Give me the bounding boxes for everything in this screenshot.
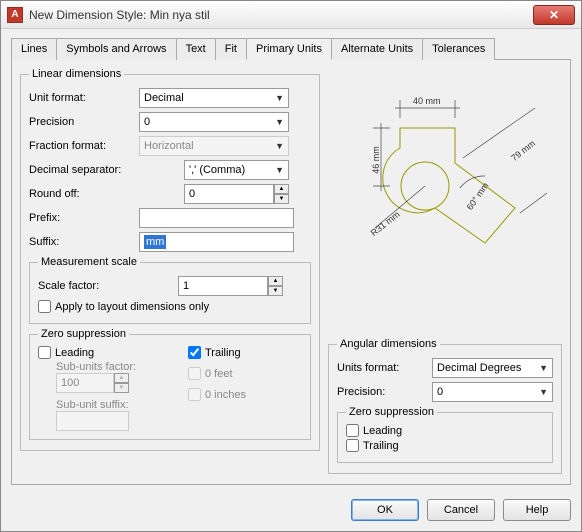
- decimal-separator-label: Decimal separator:: [29, 164, 139, 176]
- spinner-down-icon: ▼: [114, 383, 129, 393]
- linear-legend: Linear dimensions: [29, 68, 124, 80]
- tab-strip: Lines Symbols and Arrows Text Fit Primar…: [11, 37, 571, 60]
- tab-alternate-units[interactable]: Alternate Units: [331, 38, 423, 60]
- svg-text:46 mm: 46 mm: [371, 146, 381, 174]
- tab-primary-units[interactable]: Primary Units: [246, 38, 332, 60]
- cancel-button[interactable]: Cancel: [427, 499, 495, 521]
- zero-inches-checkbox: 0 inches: [188, 388, 246, 401]
- angular-precision-label: Precision:: [337, 386, 432, 398]
- linear-precision-combo[interactable]: 0▼: [139, 112, 289, 132]
- leading-checkbox[interactable]: Leading: [38, 346, 188, 359]
- angular-leading-checkbox[interactable]: Leading: [346, 424, 544, 437]
- unit-format-label: Unit format:: [29, 92, 139, 104]
- help-button[interactable]: Help: [503, 499, 571, 521]
- prefix-label: Prefix:: [29, 212, 139, 224]
- precision-label: Precision: [29, 116, 139, 128]
- tab-tolerances[interactable]: Tolerances: [422, 38, 495, 60]
- angular-zero-suppression-group: Zero suppression Leading Trailing: [337, 406, 553, 463]
- unit-format-combo[interactable]: Decimal▼: [139, 88, 289, 108]
- spinner-up-icon[interactable]: ▲: [268, 276, 283, 286]
- tab-symbols-arrows[interactable]: Symbols and Arrows: [56, 38, 176, 60]
- measurement-scale-group: Measurement scale Scale factor: 1 ▲▼ App…: [29, 256, 311, 324]
- trailing-checkbox[interactable]: Trailing: [188, 346, 246, 359]
- sub-units-factor-label: Sub-units factor:: [56, 361, 188, 373]
- zero-feet-checkbox: 0 feet: [188, 367, 246, 380]
- linear-dimensions-group: Linear dimensions Unit format: Decimal▼ …: [20, 68, 320, 451]
- chevron-down-icon: ▼: [275, 93, 284, 103]
- scale-factor-label: Scale factor:: [38, 280, 178, 292]
- spinner-down-icon[interactable]: ▼: [268, 286, 283, 296]
- spinner-down-icon[interactable]: ▼: [274, 194, 289, 204]
- dimension-preview: 40 mm 46 mm 79 mm 60° mm R31 mm: [328, 68, 562, 258]
- titlebar: A New Dimension Style: Min nya stil ✕: [1, 1, 581, 29]
- fraction-format-label: Fraction format:: [29, 140, 139, 152]
- suffix-label: Suffix:: [29, 236, 139, 248]
- prefix-input[interactable]: [139, 208, 294, 228]
- spinner-up-icon: ▲: [114, 373, 129, 383]
- angular-units-label: Units format:: [337, 362, 432, 374]
- tab-lines[interactable]: Lines: [11, 38, 57, 60]
- round-off-label: Round off:: [29, 188, 139, 200]
- window-title: New Dimension Style: Min nya stil: [29, 8, 210, 22]
- decimal-separator-combo[interactable]: ',' (Comma)▼: [184, 160, 289, 180]
- angular-legend: Angular dimensions: [337, 338, 440, 350]
- zero-suppression-group: Zero suppression Leading Sub-units facto…: [29, 328, 311, 440]
- close-icon: ✕: [549, 8, 559, 22]
- measurement-scale-legend: Measurement scale: [38, 256, 140, 268]
- ok-button[interactable]: OK: [351, 499, 419, 521]
- chevron-down-icon: ▼: [539, 387, 548, 397]
- tab-text[interactable]: Text: [176, 38, 216, 60]
- suffix-input[interactable]: mm: [139, 232, 294, 252]
- chevron-down-icon: ▼: [275, 165, 284, 175]
- chevron-down-icon: ▼: [275, 117, 284, 127]
- svg-text:60° mm: 60° mm: [465, 181, 491, 212]
- round-off-spinner[interactable]: 0 ▲▼: [184, 184, 289, 204]
- svg-text:40 mm: 40 mm: [413, 96, 441, 106]
- angular-dimensions-group: Angular dimensions Units format: Decimal…: [328, 338, 562, 474]
- angular-trailing-checkbox[interactable]: Trailing: [346, 439, 544, 452]
- tab-fit[interactable]: Fit: [215, 38, 247, 60]
- fraction-format-combo: Horizontal▼: [139, 136, 289, 156]
- sub-unit-suffix-input: [56, 411, 129, 431]
- chevron-down-icon: ▼: [539, 363, 548, 373]
- angular-units-combo[interactable]: Decimal Degrees▼: [432, 358, 553, 378]
- angular-precision-combo[interactable]: 0▼: [432, 382, 553, 402]
- spinner-up-icon[interactable]: ▲: [274, 184, 289, 194]
- zero-suppression-legend: Zero suppression: [38, 328, 129, 340]
- svg-text:79 mm: 79 mm: [509, 138, 537, 163]
- apply-layout-checkbox[interactable]: Apply to layout dimensions only: [38, 300, 302, 313]
- chevron-down-icon: ▼: [275, 141, 284, 151]
- sub-units-factor-spinner: 100 ▲▼: [56, 373, 188, 393]
- app-icon: A: [7, 7, 23, 23]
- close-button[interactable]: ✕: [533, 5, 575, 25]
- scale-factor-spinner[interactable]: 1 ▲▼: [178, 276, 283, 296]
- angular-zs-legend: Zero suppression: [346, 406, 437, 418]
- sub-unit-suffix-label: Sub-unit suffix:: [56, 399, 188, 411]
- svg-text:R31 mm: R31 mm: [369, 209, 402, 238]
